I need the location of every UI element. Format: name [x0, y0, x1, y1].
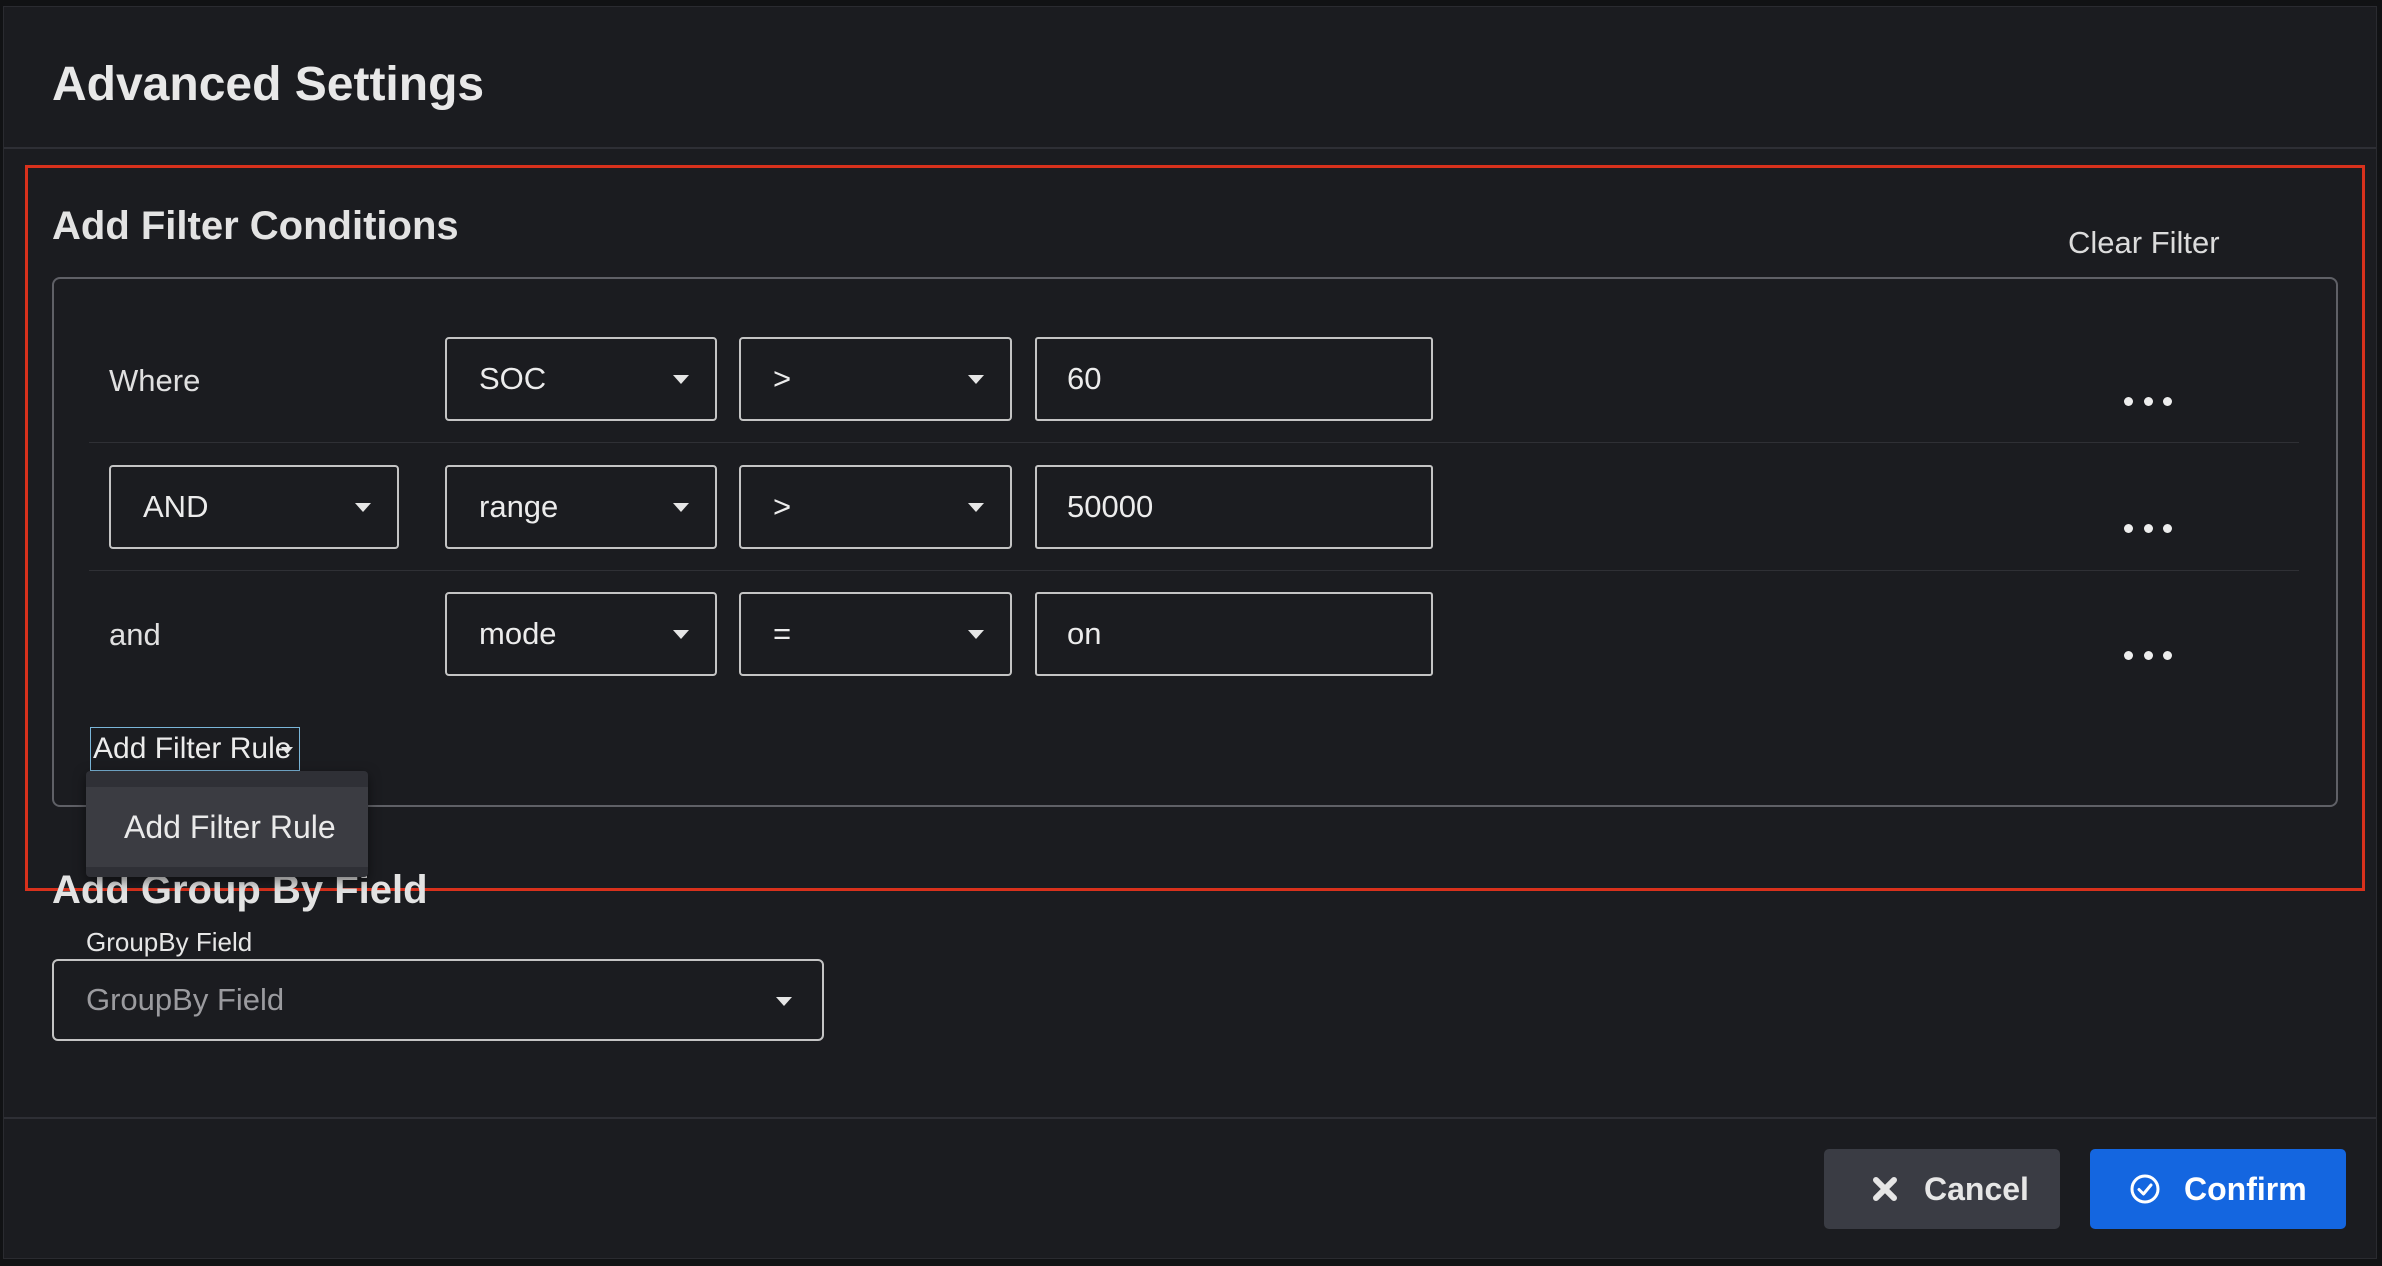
rule-operator-select[interactable]: > [739, 465, 1012, 549]
rule-field-select[interactable]: mode [445, 592, 717, 676]
rule-operator-select[interactable]: = [739, 592, 1012, 676]
add-filter-rule-label: Add Filter Rule [93, 732, 292, 765]
add-filter-rule-menu: Add Filter Rule [86, 771, 368, 877]
more-options-icon[interactable] [2118, 381, 2178, 421]
rule-connector-value: AND [143, 489, 209, 524]
confirm-button[interactable]: Confirm [2090, 1149, 2346, 1229]
rule-operator-select[interactable]: > [739, 337, 1012, 421]
add-filter-rule-select[interactable]: Add Filter Rule [90, 727, 300, 771]
rule-field-select[interactable]: range [445, 465, 717, 549]
groupby-field-label: GroupBy Field [72, 925, 267, 959]
header-divider [4, 147, 2376, 149]
footer-divider [4, 1117, 2376, 1119]
chevron-down-icon [673, 375, 689, 384]
cancel-button[interactable]: Cancel [1824, 1149, 2060, 1229]
more-options-icon[interactable] [2118, 635, 2178, 675]
check-circle-icon [2128, 1172, 2162, 1206]
rule-operator-value: > [773, 489, 792, 524]
row-divider [89, 442, 2299, 443]
rule-value-input[interactable] [1035, 337, 1433, 421]
rule-field-value: mode [479, 616, 557, 651]
row-divider [89, 570, 2299, 571]
chevron-down-icon [968, 375, 984, 384]
confirm-label: Confirm [2184, 1170, 2307, 1207]
rule-connector-where: Where [109, 363, 201, 398]
menu-item-add-filter-rule[interactable]: Add Filter Rule [86, 787, 368, 867]
rule-connector-and: and [109, 617, 161, 652]
more-options-icon[interactable] [2118, 508, 2178, 548]
close-icon [1868, 1172, 1902, 1206]
rule-operator-value: = [773, 616, 792, 651]
cancel-label: Cancel [1924, 1170, 2029, 1207]
chevron-down-icon [968, 630, 984, 639]
chevron-down-icon [281, 747, 293, 754]
chevron-down-icon [968, 503, 984, 512]
rule-field-select[interactable]: SOC [445, 337, 717, 421]
rule-connector-select[interactable]: AND [109, 465, 399, 549]
rule-value-input[interactable] [1035, 465, 1433, 549]
filter-section-title: Add Filter Conditions [52, 204, 459, 248]
chevron-down-icon [355, 503, 371, 512]
advanced-settings-dialog: Advanced Settings Add Filter Conditions … [3, 6, 2377, 1259]
chevron-down-icon [776, 997, 792, 1006]
clear-filter-button[interactable]: Clear Filter [2054, 219, 2234, 267]
groupby-placeholder: GroupBy Field [86, 982, 285, 1017]
rule-value-input[interactable] [1035, 592, 1433, 676]
filter-conditions-panel: Where SOC > AND range > and [52, 277, 2338, 807]
chevron-down-icon [673, 503, 689, 512]
rule-field-value: range [479, 489, 559, 524]
chevron-down-icon [673, 630, 689, 639]
groupby-field-select[interactable]: GroupBy Field [52, 959, 824, 1041]
rule-field-value: SOC [479, 361, 547, 396]
rule-operator-value: > [773, 361, 792, 396]
dialog-title: Advanced Settings [52, 58, 485, 111]
